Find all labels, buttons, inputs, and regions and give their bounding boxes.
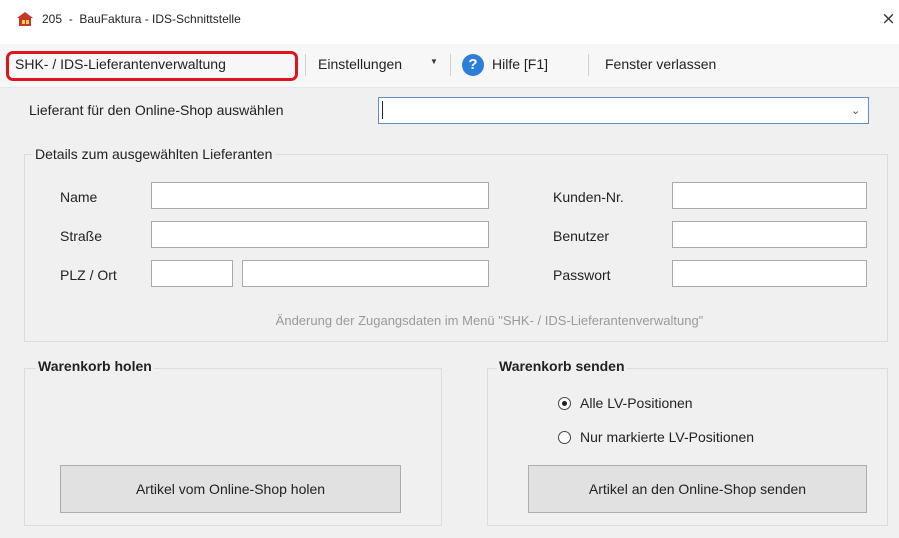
supplier-select-label: Lieferant für den Online-Shop auswählen	[29, 102, 284, 118]
menu-separator	[588, 54, 589, 76]
radio-marked-positions[interactable]	[558, 431, 571, 444]
cart-get-title: Warenkorb holen	[36, 358, 154, 374]
title-bar: 205 - BauFaktura - IDS-Schnittstelle ×	[0, 0, 899, 38]
password-field[interactable]	[672, 260, 867, 287]
details-group-title: Details zum ausgewählten Lieferanten	[32, 146, 276, 162]
menu-help[interactable]: Hilfe [F1]	[492, 56, 548, 72]
menu-separator	[305, 54, 306, 76]
radio-all-positions-label[interactable]: Alle LV-Positionen	[580, 395, 693, 411]
send-articles-button[interactable]: Artikel an den Online-Shop senden	[528, 465, 867, 513]
menu-exit-window[interactable]: Fenster verlassen	[605, 56, 716, 72]
text-cursor	[382, 101, 383, 119]
help-icon[interactable]: ?	[462, 54, 484, 76]
close-icon[interactable]: ×	[878, 6, 899, 32]
radio-marked-positions-label[interactable]: Nur markierte LV-Positionen	[580, 429, 754, 445]
password-label: Passwort	[553, 267, 611, 283]
window-title: 205 - BauFaktura - IDS-Schnittstelle	[42, 12, 241, 26]
menu-bar: SHK- / IDS-Lieferantenverwaltung Einstel…	[0, 44, 899, 88]
chevron-down-icon[interactable]: ▼	[430, 57, 438, 66]
street-label: Straße	[60, 228, 103, 244]
user-field[interactable]	[672, 221, 867, 248]
customer-no-label: Kunden-Nr.	[553, 189, 624, 205]
menu-supplier-management[interactable]: SHK- / IDS-Lieferantenverwaltung	[15, 56, 226, 72]
radio-all-positions[interactable]	[558, 397, 571, 410]
zip-city-label: PLZ / Ort	[60, 267, 117, 283]
customer-no-field[interactable]	[672, 182, 867, 209]
zip-field[interactable]	[151, 260, 233, 287]
app-logo-icon	[17, 12, 33, 26]
credentials-hint: Änderung der Zugangsdaten im Menü "SHK- …	[275, 313, 704, 328]
get-articles-button[interactable]: Artikel vom Online-Shop holen	[60, 465, 401, 513]
supplier-select[interactable]	[378, 97, 869, 124]
cart-send-title: Warenkorb senden	[497, 358, 627, 374]
name-field[interactable]	[151, 182, 489, 209]
street-field[interactable]	[151, 221, 489, 248]
user-label: Benutzer	[553, 228, 610, 244]
chevron-down-icon[interactable]: ⌄	[851, 104, 860, 117]
menu-settings[interactable]: Einstellungen	[318, 56, 402, 72]
city-field[interactable]	[242, 260, 489, 287]
name-label: Name	[60, 189, 98, 205]
menu-separator	[450, 54, 451, 76]
